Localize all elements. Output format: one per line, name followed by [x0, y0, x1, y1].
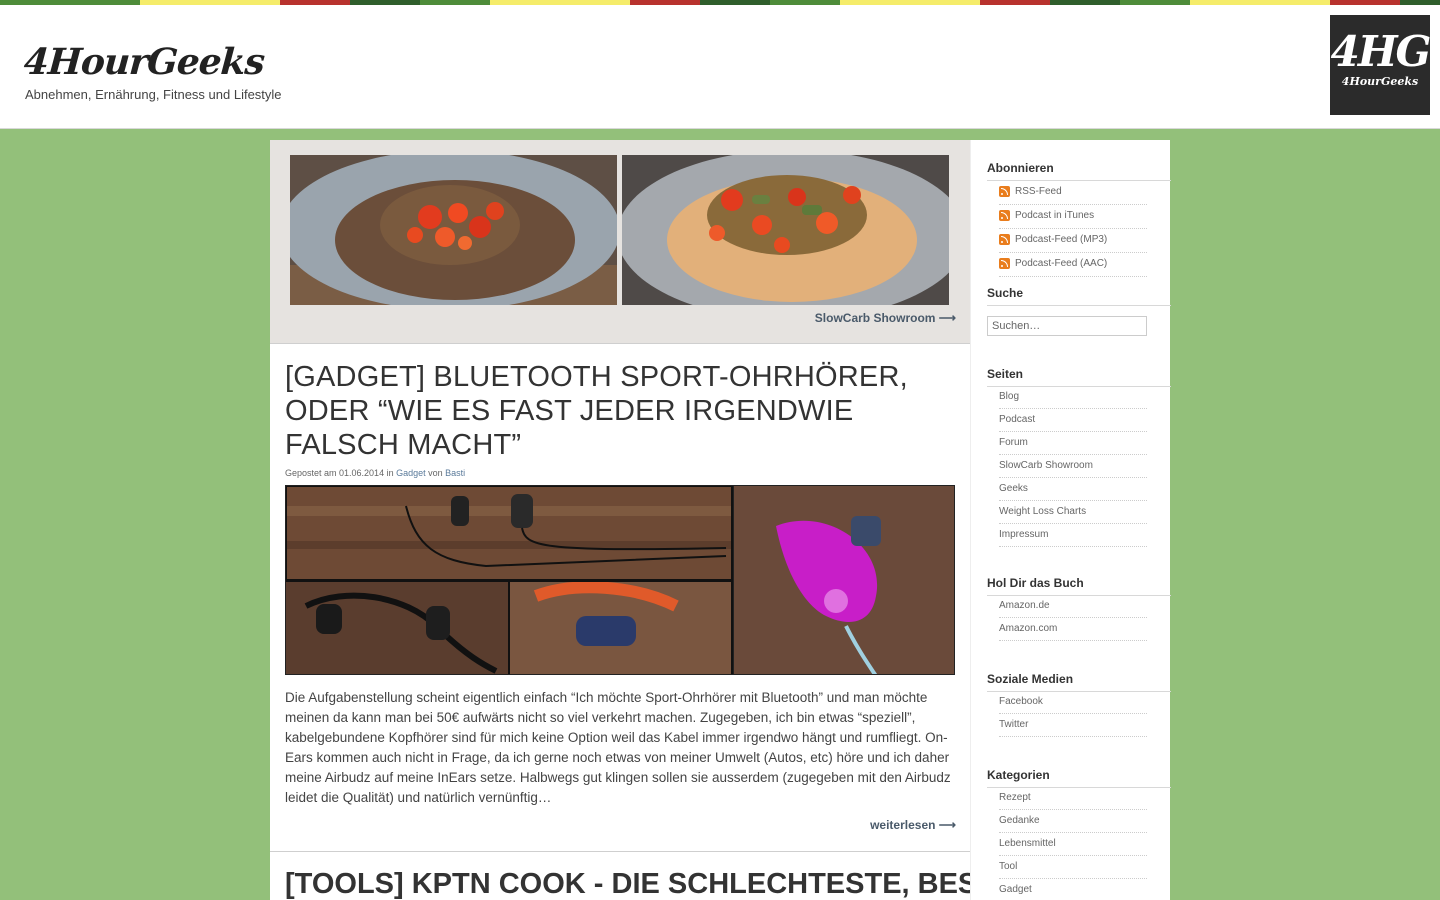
widget-title-categories: Kategorien: [987, 768, 1171, 788]
page-link-blog[interactable]: Blog: [999, 386, 1147, 409]
page-link-impressum[interactable]: Impressum: [999, 524, 1147, 547]
site-header: 4HourGeeks Abnehmen, Ernährung, Fitness …: [0, 5, 1440, 129]
page-link-geeks[interactable]: Geeks: [999, 478, 1147, 501]
widget-title-pages: Seiten: [987, 367, 1171, 387]
list-item-podcast-itunes[interactable]: Podcast in iTunes: [999, 205, 1147, 229]
pasta-photo-right[interactable]: [622, 155, 949, 305]
post-date: Gepostet am 01.06.2014 in: [285, 468, 397, 478]
sidebar: Abonnieren RSS-Feed Podcast in iTunes Po…: [970, 140, 1171, 900]
list-item-rss-feed[interactable]: RSS-Feed: [999, 181, 1147, 205]
category-link-rezept[interactable]: Rezept: [999, 787, 1147, 810]
next-post-title[interactable]: [TOOLS] KPTN COOK - DIE SCHLECHTESTE, BE…: [285, 867, 970, 900]
rss-icon: [999, 186, 1010, 197]
main-content: SlowCarb Showroom ⟶ [GADGET] BLUETOOTH S…: [270, 140, 970, 900]
post-title[interactable]: [GADGET] BLUETOOTH SPORT-OHRHÖRER, ODER …: [285, 360, 945, 462]
post-excerpt: Die Aufgabenstellung scheint eigentlich …: [285, 690, 951, 805]
link-label: Podcast in iTunes: [1015, 210, 1095, 221]
book-link-amazon-de[interactable]: Amazon.de: [999, 595, 1147, 618]
social-list: Facebook Twitter: [999, 691, 1147, 737]
rss-icon: [999, 234, 1010, 245]
pasta-photo-left[interactable]: [290, 155, 617, 305]
logo-monogram: 4HG: [1330, 27, 1432, 76]
link-label: Podcast-Feed (MP3): [1015, 234, 1108, 245]
social-link-facebook[interactable]: Facebook: [999, 691, 1147, 714]
list-item-podcast-mp3[interactable]: Podcast-Feed (MP3): [999, 229, 1147, 253]
category-link-gadget[interactable]: Gadget: [999, 879, 1147, 900]
page-link-forum[interactable]: Forum: [999, 432, 1147, 455]
post-author-link[interactable]: Basti: [445, 468, 465, 478]
post-category-link[interactable]: Gadget: [396, 468, 426, 478]
read-more-link[interactable]: weiterlesen ⟶: [870, 818, 956, 832]
category-link-gedanke[interactable]: Gedanke: [999, 810, 1147, 833]
category-link-lebensmittel[interactable]: Lebensmittel: [999, 833, 1147, 856]
subscribe-list: RSS-Feed Podcast in iTunes Podcast-Feed …: [999, 181, 1147, 277]
pages-list: Blog Podcast Forum SlowCarb Showroom Gee…: [999, 386, 1147, 547]
slowcarb-showroom-teaser: SlowCarb Showroom ⟶: [270, 140, 970, 344]
rss-icon: [999, 258, 1010, 269]
site-logo[interactable]: 4HG 4HourGeeks: [1330, 15, 1432, 115]
widget-title-search: Suche: [987, 286, 1171, 306]
page-link-slowcarb-showroom[interactable]: SlowCarb Showroom: [999, 455, 1147, 478]
book-link-amazon-com[interactable]: Amazon.com: [999, 618, 1147, 641]
post-featured-image[interactable]: [285, 485, 955, 675]
post-meta-by: von: [425, 468, 446, 478]
book-list: Amazon.de Amazon.com: [999, 595, 1147, 641]
widget-title-social: Soziale Medien: [987, 672, 1171, 692]
logo-wordmark: 4HourGeeks: [1341, 75, 1419, 88]
link-label: Podcast-Feed (AAC): [1015, 258, 1108, 269]
site-title[interactable]: 4HourGeeks: [23, 41, 266, 83]
category-link-tool[interactable]: Tool: [999, 856, 1147, 879]
search-input[interactable]: [987, 316, 1147, 336]
rss-icon: [999, 210, 1010, 221]
site-tagline: Abnehmen, Ernährung, Fitness und Lifesty…: [25, 87, 282, 102]
page-link-podcast[interactable]: Podcast: [999, 409, 1147, 432]
categories-list: Rezept Gedanke Lebensmittel Tool Gadget: [999, 787, 1147, 900]
page-link-weight-loss-charts[interactable]: Weight Loss Charts: [999, 501, 1147, 524]
social-link-twitter[interactable]: Twitter: [999, 714, 1147, 737]
widget-title-book: Hol Dir das Buch: [987, 576, 1171, 596]
list-item-podcast-aac[interactable]: Podcast-Feed (AAC): [999, 253, 1147, 277]
slowcarb-showroom-link[interactable]: SlowCarb Showroom ⟶: [815, 311, 956, 325]
post-article: [GADGET] BLUETOOTH SPORT-OHRHÖRER, ODER …: [270, 344, 970, 852]
widget-title-subscribe: Abonnieren: [987, 161, 1171, 181]
post-meta: Gepostet am 01.06.2014 in Gadget von Bas…: [285, 468, 465, 478]
link-label: RSS-Feed: [1015, 186, 1062, 197]
